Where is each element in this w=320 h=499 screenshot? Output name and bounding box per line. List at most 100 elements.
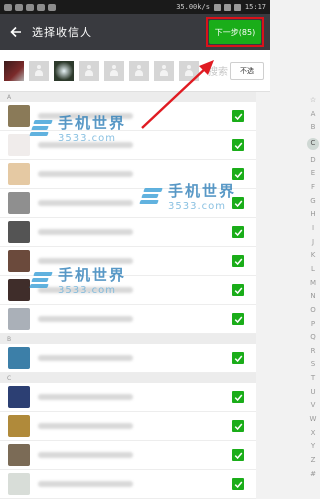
contact-name-blurred xyxy=(38,142,133,148)
alpha-index-letter[interactable]: O xyxy=(310,306,316,314)
avatar xyxy=(8,308,30,330)
wifi-icon xyxy=(213,3,221,11)
avatar xyxy=(8,221,30,243)
contact-list[interactable]: A B C xyxy=(0,92,256,499)
selected-avatar[interactable] xyxy=(54,60,74,81)
contact-row[interactable] xyxy=(0,131,256,160)
alpha-index-letter[interactable]: U xyxy=(310,388,315,396)
contact-row[interactable] xyxy=(0,160,256,189)
alpha-index-letter[interactable]: G xyxy=(310,197,315,205)
person-icon xyxy=(34,64,44,77)
contact-name-blurred xyxy=(38,287,133,293)
avatar xyxy=(8,134,30,156)
checkbox-checked-icon[interactable] xyxy=(232,391,244,403)
selected-avatar[interactable] xyxy=(29,60,49,81)
alpha-index-letter[interactable]: V xyxy=(311,402,316,409)
selected-avatar[interactable] xyxy=(179,60,199,81)
top-bar: 选择收信人 下一步(85) xyxy=(0,14,270,50)
alpha-index-letter[interactable]: T xyxy=(311,375,315,382)
selected-avatar[interactable] xyxy=(129,60,149,81)
checkbox-checked-icon[interactable] xyxy=(232,352,244,364)
checkbox-checked-icon[interactable] xyxy=(232,226,244,238)
alpha-index-letter[interactable]: C xyxy=(307,137,319,150)
checkbox-checked-icon[interactable] xyxy=(232,110,244,122)
contact-row[interactable] xyxy=(0,305,256,334)
alpha-index-letter[interactable]: K xyxy=(311,252,316,259)
avatar xyxy=(8,192,30,214)
alpha-index-letter[interactable]: N xyxy=(310,293,315,300)
contact-row[interactable] xyxy=(0,344,256,373)
person-icon xyxy=(109,64,119,77)
alpha-index-letter[interactable]: E xyxy=(311,170,315,177)
page-title: 选择收信人 xyxy=(32,26,92,39)
next-step-button[interactable]: 下一步(85) xyxy=(209,20,261,44)
contact-name-blurred xyxy=(38,423,133,429)
notification-icons xyxy=(4,3,56,11)
alpha-index-letter[interactable]: L xyxy=(311,265,315,273)
alpha-index-letter[interactable]: I xyxy=(312,224,314,232)
alpha-index-letter[interactable]: # xyxy=(310,470,316,478)
contact-name-blurred xyxy=(38,200,133,206)
battery-icon xyxy=(233,3,241,11)
person-icon xyxy=(184,64,194,77)
contact-row[interactable] xyxy=(0,189,256,218)
alpha-index-letter[interactable]: Z xyxy=(311,457,316,464)
alpha-index-letter[interactable]: W xyxy=(310,416,317,423)
alpha-index-letter[interactable]: J xyxy=(312,238,314,246)
alpha-index-letter[interactable]: A xyxy=(311,110,316,118)
checkbox-checked-icon[interactable] xyxy=(232,284,244,296)
avatar xyxy=(8,163,30,185)
network-speed: 35.00k/s xyxy=(176,3,210,11)
contact-row[interactable] xyxy=(0,383,256,412)
contact-row[interactable] xyxy=(0,441,256,470)
alpha-index-letter[interactable]: B xyxy=(311,124,316,131)
checkbox-checked-icon[interactable] xyxy=(232,449,244,461)
search-input[interactable]: 搜索 xyxy=(208,63,228,78)
alpha-index-letter[interactable]: Q xyxy=(310,334,316,341)
avatar xyxy=(8,415,30,437)
selected-avatar[interactable] xyxy=(4,60,24,81)
checkbox-checked-icon[interactable] xyxy=(232,139,244,151)
person-icon xyxy=(84,64,94,77)
checkbox-checked-icon[interactable] xyxy=(232,197,244,209)
clock: 15:17 xyxy=(244,3,266,11)
contact-row[interactable] xyxy=(0,247,256,276)
selected-avatar[interactable] xyxy=(104,60,124,81)
checkbox-checked-icon[interactable] xyxy=(232,255,244,267)
back-button[interactable] xyxy=(0,14,32,50)
alpha-index-letter[interactable]: ☆ xyxy=(310,97,316,104)
contact-row[interactable] xyxy=(0,102,256,131)
status-right: 35.00k/s 15:17 xyxy=(176,3,266,11)
signal-icon xyxy=(223,3,231,11)
back-arrow-icon xyxy=(10,26,21,38)
alpha-index-letter[interactable]: Y xyxy=(311,443,315,450)
alpha-index-letter[interactable]: X xyxy=(311,429,316,437)
section-header: C xyxy=(0,373,256,383)
contact-row[interactable] xyxy=(0,276,256,305)
contact-name-blurred xyxy=(38,316,133,322)
avatar xyxy=(8,279,30,301)
checkbox-checked-icon[interactable] xyxy=(232,168,244,180)
contact-row[interactable] xyxy=(0,412,256,441)
alphabet-index[interactable]: ☆ A B C D E F G H I J K L M N O P Q R S T U V W X Y Z # xyxy=(306,95,320,480)
selected-avatar[interactable] xyxy=(154,60,174,81)
alpha-index-letter[interactable]: H xyxy=(310,211,315,218)
avatar xyxy=(8,105,30,127)
notification-icon xyxy=(48,3,56,11)
selected-avatar[interactable] xyxy=(79,60,99,81)
alpha-index-letter[interactable]: R xyxy=(311,347,316,355)
notification-icon xyxy=(15,3,23,11)
alpha-index-letter[interactable]: F xyxy=(311,183,315,191)
contact-row[interactable] xyxy=(0,218,256,247)
contact-name-blurred xyxy=(38,113,133,119)
alpha-index-letter[interactable]: M xyxy=(310,279,316,287)
contact-row[interactable] xyxy=(0,470,256,499)
alpha-index-letter[interactable]: D xyxy=(310,156,315,164)
alpha-index-letter[interactable]: P xyxy=(311,320,315,328)
checkbox-checked-icon[interactable] xyxy=(232,420,244,432)
alpha-index-letter[interactable]: S xyxy=(311,361,315,368)
contact-name-blurred xyxy=(38,481,133,487)
deselect-all-button[interactable]: 不选 xyxy=(230,62,264,80)
person-icon xyxy=(134,64,144,77)
checkbox-checked-icon[interactable] xyxy=(232,313,244,325)
